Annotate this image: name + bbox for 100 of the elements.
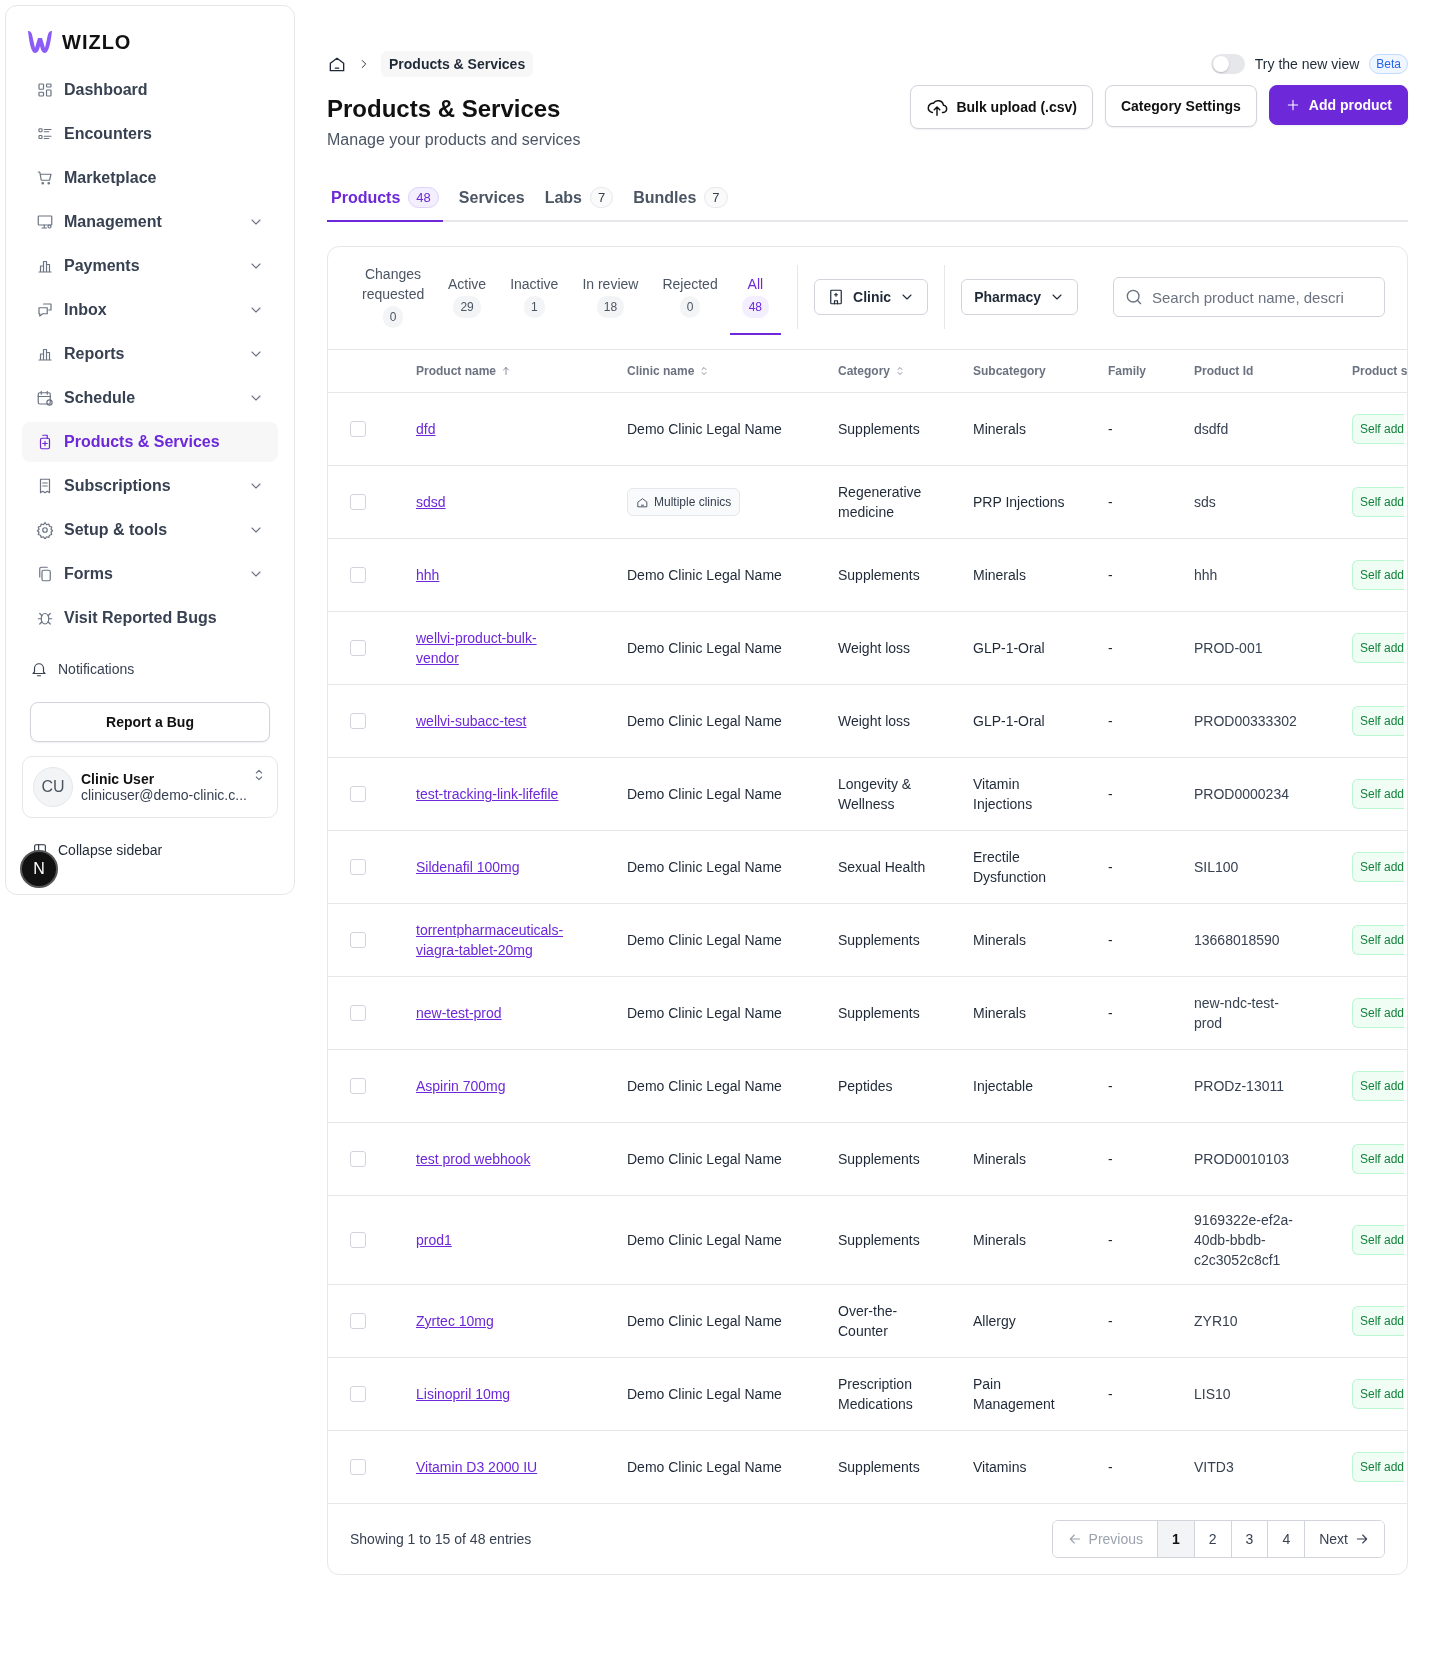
- table-cell: Weight loss: [838, 713, 911, 729]
- product-link[interactable]: torrentpharmaceuticals-viagra-tablet-20mg: [416, 920, 566, 960]
- row-checkbox[interactable]: [350, 1232, 366, 1248]
- nav-item[interactable]: Setup & tools: [22, 510, 278, 550]
- nav-item[interactable]: Schedule: [22, 378, 278, 418]
- table-cell: Pain Management: [973, 1376, 1055, 1412]
- column-header[interactable]: Product name: [416, 364, 512, 378]
- row-checkbox[interactable]: [350, 713, 366, 729]
- product-link[interactable]: dfd: [416, 419, 566, 439]
- row-checkbox[interactable]: [350, 1151, 366, 1167]
- row-checkbox[interactable]: [350, 1078, 366, 1094]
- nav-item[interactable]: Management: [22, 202, 278, 242]
- row-checkbox[interactable]: [350, 640, 366, 656]
- row-checkbox[interactable]: [350, 494, 366, 510]
- clinic-dropdown[interactable]: Clinic: [814, 279, 929, 315]
- nav-item[interactable]: Inbox: [22, 290, 278, 330]
- status-badge: Self add: [1352, 1144, 1405, 1174]
- table-cell: PRP Injections: [973, 494, 1065, 510]
- home-icon: [636, 495, 649, 509]
- toggle-switch[interactable]: [1210, 54, 1245, 74]
- column-header[interactable]: Category: [838, 364, 906, 378]
- notifications-link[interactable]: Notifications: [58, 661, 135, 677]
- row-checkbox[interactable]: [350, 1459, 366, 1475]
- nav-item[interactable]: Subscriptions: [22, 466, 278, 506]
- table-cell: Minerals: [973, 1005, 1026, 1021]
- tab[interactable]: Bundles 7: [629, 179, 732, 222]
- table-cell: dsdfd: [1194, 421, 1229, 437]
- product-link[interactable]: Sildenafil 100mg: [416, 857, 566, 877]
- product-link[interactable]: Lisinopril 10mg: [416, 1384, 566, 1404]
- status-filter-tab[interactable]: Inactive 1: [498, 259, 571, 335]
- row-checkbox[interactable]: [350, 786, 366, 802]
- report-bug-button[interactable]: Report a Bug: [30, 702, 270, 742]
- table-cell: Erectile Dysfunction: [973, 849, 1047, 885]
- breadcrumb-item[interactable]: Products & Services: [381, 51, 534, 77]
- table-cell: -: [1108, 1078, 1113, 1094]
- status-filter-tab[interactable]: Rejected 0: [650, 259, 730, 335]
- table-cell: Regenerative medicine: [838, 484, 922, 520]
- nav-item[interactable]: Forms: [22, 554, 278, 594]
- nav-item[interactable]: Products & Services: [22, 422, 278, 462]
- table-cell: -: [1108, 421, 1113, 437]
- nav-item[interactable]: Encounters: [22, 114, 278, 154]
- table-cell: -: [1108, 713, 1113, 729]
- nav-item[interactable]: Reports: [22, 334, 278, 374]
- page-title: Products & Services: [327, 95, 562, 123]
- column-header[interactable]: Subcategory: [973, 364, 1046, 378]
- status-badge: Self add: [1352, 1306, 1405, 1336]
- product-link[interactable]: test prod webhook: [416, 1149, 566, 1169]
- product-link[interactable]: test-tracking-link-lifefile: [416, 784, 566, 804]
- product-link[interactable]: sdsd: [416, 492, 566, 512]
- row-checkbox[interactable]: [350, 1386, 366, 1402]
- table-cell: PRODz-13011: [1194, 1078, 1284, 1094]
- product-link[interactable]: Zyrtec 10mg: [416, 1311, 566, 1331]
- row-checkbox[interactable]: [350, 1313, 366, 1329]
- collapse-sidebar-link[interactable]: Collapse sidebar: [58, 842, 163, 858]
- nav-item[interactable]: Dashboard: [22, 70, 278, 110]
- row-checkbox[interactable]: [350, 932, 366, 948]
- nav-item[interactable]: Marketplace: [22, 158, 278, 198]
- product-link[interactable]: Aspirin 700mg: [416, 1076, 566, 1096]
- product-link[interactable]: new-test-prod: [416, 1003, 566, 1023]
- status-filter-tab[interactable]: Active 29: [436, 259, 499, 335]
- settings-button[interactable]: Category Settings: [1104, 85, 1257, 127]
- product-link[interactable]: wellvi-subacc-test: [416, 711, 566, 731]
- column-header[interactable]: Clinic name: [627, 364, 711, 378]
- beta-badge: Beta: [1369, 54, 1408, 74]
- page-button[interactable]: 1: [1157, 1521, 1194, 1557]
- product-link[interactable]: wellvi-product-bulk-vendor: [416, 628, 566, 668]
- table-cell: 13668018590: [1194, 932, 1280, 948]
- product-link[interactable]: hhh: [416, 565, 566, 585]
- new-view-label: Try the new view: [1254, 56, 1360, 72]
- pharmacy-dropdown[interactable]: Pharmacy: [961, 279, 1079, 315]
- nav-item[interactable]: Visit Reported Bugs: [22, 598, 278, 638]
- column-header[interactable]: Product s: [1352, 364, 1407, 378]
- column-header[interactable]: Family: [1108, 364, 1146, 378]
- status-filter-tab[interactable]: All 48: [729, 259, 782, 335]
- next-button[interactable]: Next: [1304, 1521, 1384, 1557]
- calendar-icon: [36, 389, 54, 407]
- status-badge: Self add: [1352, 1225, 1405, 1255]
- tab[interactable]: Services: [454, 179, 529, 222]
- table-cell: -: [1108, 859, 1113, 875]
- row-checkbox[interactable]: [350, 567, 366, 583]
- bulk-upload-button[interactable]: Bulk upload (.csv): [910, 85, 1093, 129]
- nav-item[interactable]: Payments: [22, 246, 278, 286]
- status-filter-tab[interactable]: Changes requested 0: [350, 259, 436, 335]
- row-checkbox[interactable]: [350, 1005, 366, 1021]
- table-cell: Prescription Medications: [838, 1376, 913, 1412]
- user-card[interactable]: CU Clinic User clinicuser@demo-clinic.c...: [22, 756, 278, 818]
- status-filter-tab[interactable]: In review 18: [570, 259, 651, 335]
- tab[interactable]: Products 48: [327, 179, 443, 222]
- search-field[interactable]: Search product name, descri: [1113, 277, 1385, 317]
- add-product-button[interactable]: Add product: [1268, 85, 1408, 125]
- dev-badge[interactable]: N: [20, 850, 58, 888]
- table-cell: Vitamin Injections: [973, 776, 1033, 812]
- tab[interactable]: Labs 7: [540, 179, 618, 222]
- row-checkbox[interactable]: [350, 859, 366, 875]
- product-link[interactable]: prod1: [416, 1230, 566, 1250]
- column-header[interactable]: Product Id: [1194, 364, 1254, 378]
- grid-icon: [36, 81, 54, 99]
- product-link[interactable]: Vitamin D3 2000 IU: [416, 1457, 566, 1477]
- row-checkbox[interactable]: [350, 421, 366, 437]
- table-cell: Vitamins: [973, 1459, 1027, 1475]
